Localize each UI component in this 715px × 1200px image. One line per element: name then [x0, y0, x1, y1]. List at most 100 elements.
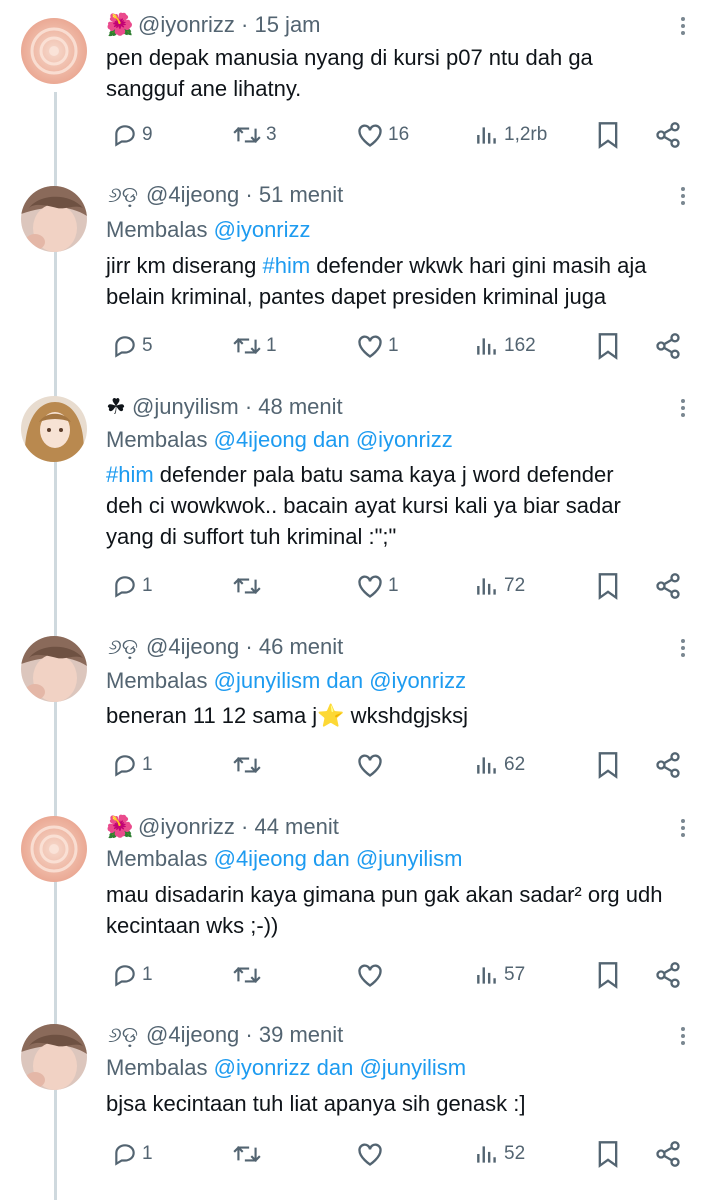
timestamp[interactable]: · 39 menit: [245, 1022, 343, 1047]
hashtag-link[interactable]: #him: [106, 462, 154, 487]
reply-to-link[interactable]: @iyonrizz dan @junyilism: [214, 1055, 467, 1080]
more-options-icon[interactable]: [674, 396, 692, 422]
more-options-icon[interactable]: [674, 184, 692, 210]
action-bar: 1 57: [0, 960, 715, 990]
reply-button[interactable]: 9: [108, 120, 153, 150]
reply-prefix: Membalas: [106, 217, 208, 242]
like-button[interactable]: [352, 1139, 388, 1169]
avatar[interactable]: [21, 636, 87, 702]
reply-button[interactable]: 1: [108, 571, 153, 601]
bookmark-button[interactable]: [592, 750, 620, 780]
action-bar: 1 62: [0, 750, 715, 780]
reply-button[interactable]: 1: [108, 750, 153, 780]
share-icon: [654, 751, 682, 779]
user-handle[interactable]: @4ijeong: [146, 1022, 239, 1047]
avatar[interactable]: [21, 186, 87, 252]
like-button[interactable]: [352, 750, 388, 780]
view-count: 162: [504, 335, 536, 356]
views-button[interactable]: 52: [470, 1139, 525, 1169]
hashtag-link[interactable]: #him: [262, 253, 310, 278]
heart-icon: [356, 962, 384, 988]
timestamp[interactable]: · 44 menit: [241, 814, 339, 839]
repost-icon: [232, 1141, 262, 1167]
timestamp[interactable]: · 15 jam: [241, 12, 320, 37]
reply-count: 1: [142, 754, 153, 775]
share-icon: [654, 332, 682, 360]
reply-button[interactable]: 5: [108, 331, 153, 361]
repost-button[interactable]: 1: [228, 331, 277, 361]
bookmark-icon: [596, 961, 620, 989]
views-button[interactable]: 72: [470, 571, 525, 601]
more-options-icon[interactable]: [674, 636, 692, 662]
bookmark-button[interactable]: [592, 960, 620, 990]
reply-button[interactable]: 1: [108, 960, 153, 990]
repost-button[interactable]: 3: [228, 120, 277, 150]
action-bar: 9 3 16 1,2rb: [0, 120, 715, 150]
reply-icon: [112, 573, 138, 599]
like-count: 16: [388, 124, 410, 145]
tweet-text: #him defender pala batu sama kaya j word…: [106, 459, 676, 552]
timestamp[interactable]: · 51 menit: [245, 182, 343, 207]
share-icon: [654, 1140, 682, 1168]
avatar[interactable]: [21, 1024, 87, 1090]
avatar[interactable]: [21, 18, 87, 84]
share-icon: [654, 121, 682, 149]
views-icon: [474, 1141, 500, 1167]
more-options-icon[interactable]: [674, 1024, 692, 1050]
views-button[interactable]: 1,2rb: [470, 120, 547, 150]
repost-button[interactable]: [228, 960, 266, 990]
more-options-icon[interactable]: [674, 14, 692, 40]
reply-to-link[interactable]: @iyonrizz: [214, 217, 311, 242]
bookmark-button[interactable]: [592, 331, 620, 361]
action-bar: 1 52: [0, 1139, 715, 1169]
reply-to-link[interactable]: @4ijeong dan @junyilism: [214, 846, 463, 871]
bookmark-button[interactable]: [592, 120, 620, 150]
share-icon: [654, 572, 682, 600]
avatar[interactable]: [21, 816, 87, 882]
reply-to-link[interactable]: @4ijeong dan @iyonrizz: [214, 427, 453, 452]
reply-button[interactable]: 1: [108, 1139, 153, 1169]
timestamp[interactable]: · 46 menit: [245, 634, 343, 659]
heart-icon: [356, 573, 384, 599]
repost-button[interactable]: [228, 750, 266, 780]
timestamp[interactable]: · 48 menit: [245, 394, 343, 419]
share-button[interactable]: [650, 571, 682, 601]
more-options-icon[interactable]: [674, 816, 692, 842]
bookmark-button[interactable]: [592, 1139, 620, 1169]
like-button[interactable]: 1: [352, 331, 399, 361]
tweet-text: mau disadarin kaya gimana pun gak akan s…: [106, 882, 663, 938]
like-button[interactable]: 16: [352, 120, 409, 150]
repost-button[interactable]: [228, 1139, 266, 1169]
bookmark-button[interactable]: [592, 571, 620, 601]
heart-icon: [356, 752, 384, 778]
reply-context: Membalas @4ijeong dan @iyonrizz: [106, 425, 453, 455]
repost-button[interactable]: [228, 571, 266, 601]
bookmark-icon: [596, 572, 620, 600]
repost-icon: [232, 962, 262, 988]
views-button[interactable]: 162: [470, 331, 536, 361]
share-button[interactable]: [650, 120, 682, 150]
like-button[interactable]: 1: [352, 571, 399, 601]
avatar[interactable]: [21, 396, 87, 462]
name-emoji: 🌺: [106, 12, 134, 37]
bookmark-icon: [596, 751, 620, 779]
reply-to-link[interactable]: @junyilism dan @iyonrizz: [214, 668, 467, 693]
reply-count: 1: [142, 1143, 153, 1164]
user-handle[interactable]: @iyonrizz: [138, 814, 235, 839]
views-button[interactable]: 57: [470, 960, 525, 990]
user-handle[interactable]: @4ijeong: [146, 182, 239, 207]
share-button[interactable]: [650, 1139, 682, 1169]
like-button[interactable]: [352, 960, 388, 990]
share-button[interactable]: [650, 960, 682, 990]
reply-count: 1: [142, 575, 153, 596]
user-handle[interactable]: @iyonrizz: [138, 12, 235, 37]
view-count: 52: [504, 1143, 526, 1164]
user-handle[interactable]: @junyilism: [132, 394, 239, 419]
view-count: 62: [504, 754, 526, 775]
tweet-text: bjsa kecintaan tuh liat apanya sih genas…: [106, 1091, 526, 1116]
views-button[interactable]: 62: [470, 750, 525, 780]
share-button[interactable]: [650, 750, 682, 780]
heart-icon: [356, 122, 384, 148]
user-handle[interactable]: @4ijeong: [146, 634, 239, 659]
share-button[interactable]: [650, 331, 682, 361]
